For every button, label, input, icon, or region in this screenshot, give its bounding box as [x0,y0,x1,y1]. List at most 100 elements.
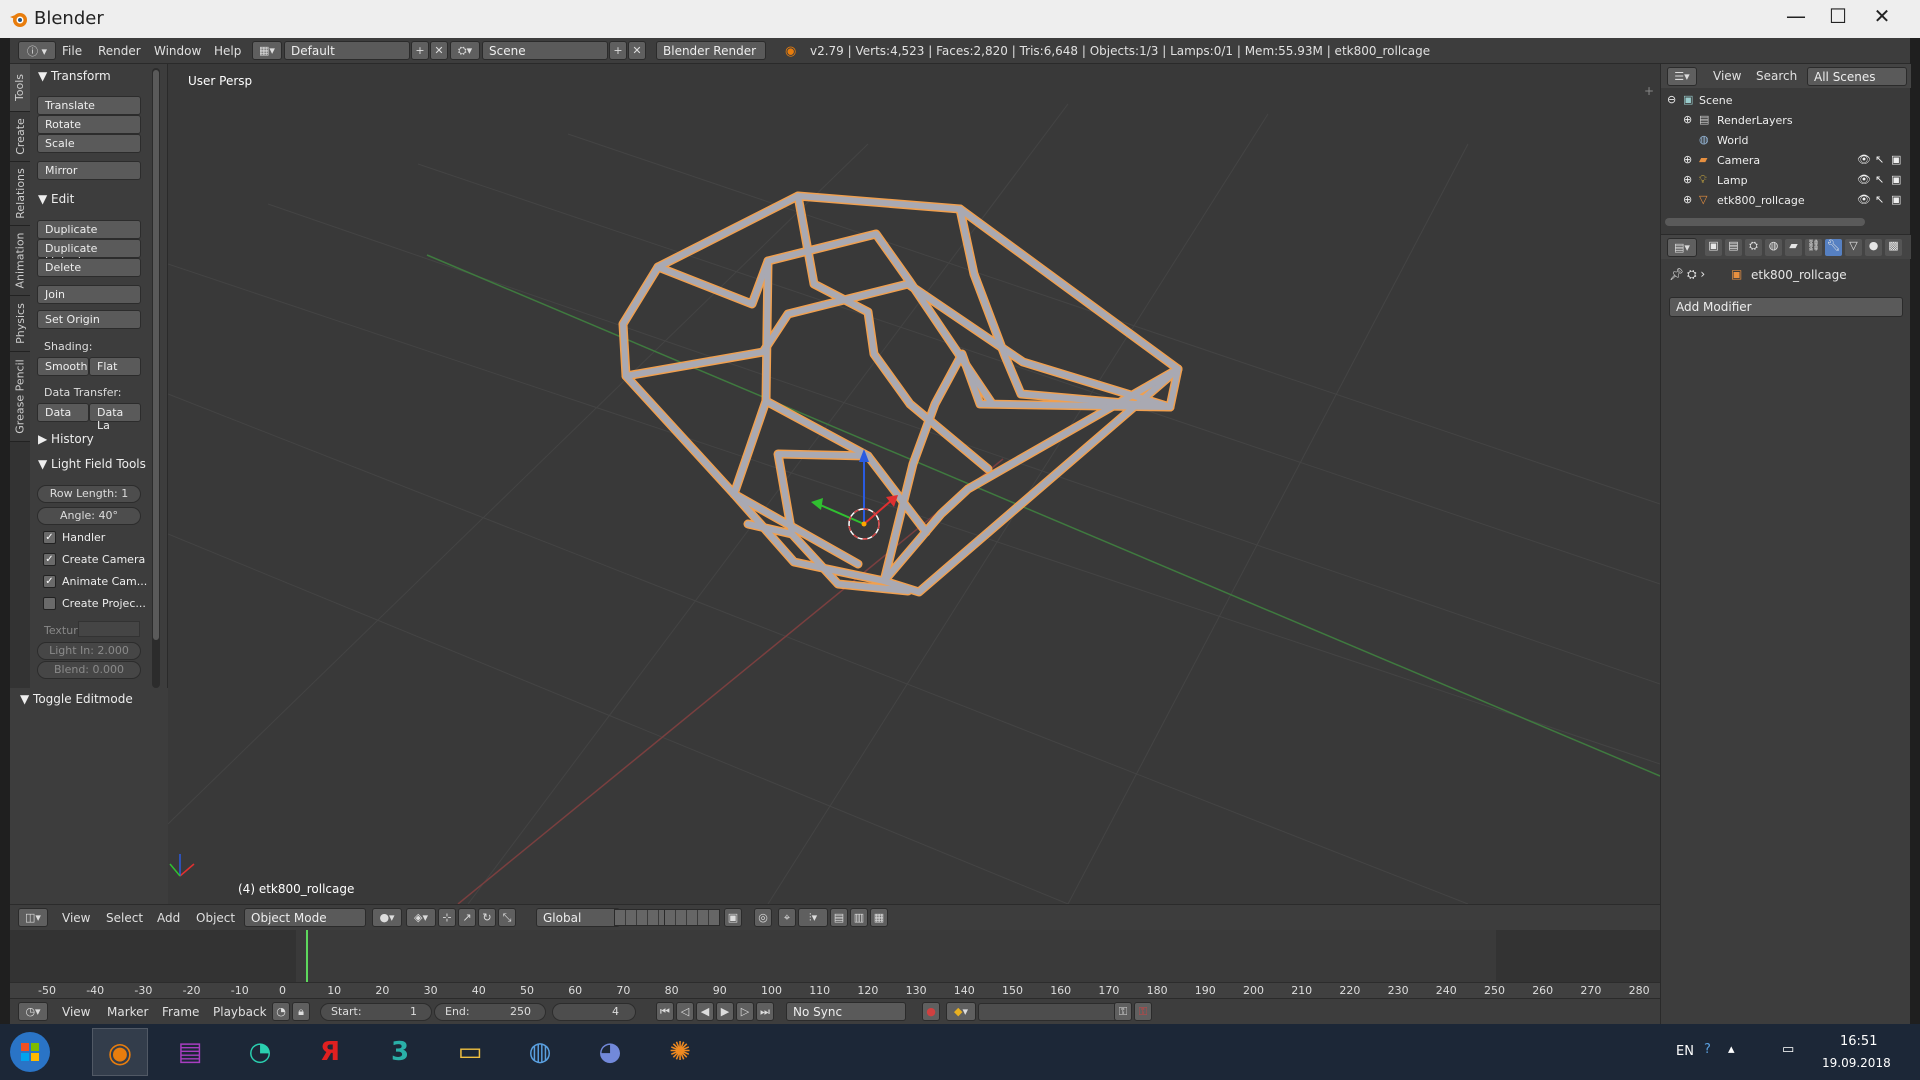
transform-panel-header[interactable]: ▼ Transform [38,69,111,83]
menu-view[interactable]: View [62,911,90,925]
taskbar-blender-icon[interactable]: ◉ [92,1028,148,1076]
start-button-icon[interactable] [6,1028,54,1076]
snap-element-icon[interactable]: ⫶▾ [798,908,828,927]
angle-field[interactable]: Angle: 40° [37,507,141,525]
rollcage-mesh[interactable] [618,191,1183,597]
play-icon[interactable]: ▶ [716,1002,734,1021]
lamp-visibility-eye-icon[interactable]: 👁︎ [1857,173,1871,186]
menu-help[interactable]: Help [214,44,241,58]
rotate-button[interactable]: Rotate [37,115,141,134]
lamp-select-arrow-icon[interactable]: ↖ [1875,173,1884,186]
translate-manip-icon[interactable]: ↗ [458,908,476,927]
menu-window[interactable]: Window [154,44,201,58]
taskbar-3dsmax-icon[interactable]: 3 [372,1028,428,1076]
menu-timeline-view[interactable]: View [62,1005,90,1019]
menu-add[interactable]: Add [157,911,180,925]
rollcage-render-icon[interactable]: ▣ [1891,193,1901,206]
create-camera-checkbox[interactable]: ✓ [43,553,56,566]
rollcage-select-arrow-icon[interactable]: ↖ [1875,193,1884,206]
jump-start-icon[interactable]: ⏮ [656,1002,674,1021]
jump-keyframe-back-icon[interactable]: ◁ [676,1002,694,1021]
light-intensity-field[interactable]: Light In: 2.000 [37,642,141,660]
taskbar-yandex-icon[interactable]: Я [302,1028,358,1076]
render-engine-select[interactable]: Blender Render [656,41,766,60]
outliner-row-camera[interactable]: ⊕ ▰ Camera 👁︎ ↖ ▣ [1661,150,1911,170]
menu-playback[interactable]: Playback [213,1005,267,1019]
taskbar-winrar-icon[interactable]: ▤ [162,1028,218,1076]
edit-panel-header[interactable]: ▼ Edit [38,192,74,206]
manipulator-toggle-icon[interactable]: ⊹ [438,908,456,927]
clock-date[interactable]: 19.09.2018 [1822,1056,1891,1070]
scale-button[interactable]: Scale [37,134,141,153]
history-panel-header[interactable]: ▶ History [38,432,94,446]
jump-end-icon[interactable]: ⏭ [756,1002,774,1021]
y-arrow-icon[interactable] [811,498,823,510]
tab-animation[interactable]: Animation [10,226,30,296]
scale-manip-icon[interactable]: ⤡ [498,908,516,927]
layout-field[interactable]: Default [284,41,410,60]
keying-set-icon[interactable]: ◆ ▾ [946,1002,976,1021]
scene-field[interactable]: Scene [482,41,608,60]
add-scene-icon[interactable]: + [609,41,627,60]
editor-type-properties-button[interactable]: ▤▾ [1667,238,1697,257]
outliner-menu-search[interactable]: Search [1756,69,1797,83]
tab-create[interactable]: Create [10,112,30,162]
data-tab-icon[interactable]: ▽ [1845,239,1862,256]
insert-keyframe-icon[interactable]: ⚿ [1114,1002,1132,1021]
remove-layout-icon[interactable]: ✕ [430,41,448,60]
data-layout-button[interactable]: Data La [89,403,141,432]
render-preview-icon[interactable]: ▤ [830,908,848,927]
editor-type-timeline-button[interactable]: ◷▾ [18,1002,48,1021]
modifiers-wrench-icon[interactable]: 🔧︎ [1825,239,1842,256]
lock-range-icon[interactable]: 🔒︎ [292,1002,310,1021]
taskbar-explorer-icon[interactable]: ▭ [442,1028,498,1076]
tab-grease-pencil[interactable]: Grease Pencil [10,352,30,442]
smooth-button[interactable]: Smooth [37,357,89,376]
end-frame-field[interactable]: End: 250 [434,1003,546,1021]
taskbar-discord-icon[interactable]: ◕ [582,1028,638,1076]
3d-viewport[interactable]: User Persp (4) etk800_rollcage + [168,64,1660,904]
camera-render-icon[interactable]: ▣ [1891,153,1901,166]
delete-keyframe-icon[interactable]: ⚿ [1134,1002,1152,1021]
object-tab-icon[interactable]: ▰ [1785,239,1802,256]
delete-button[interactable]: Delete [37,258,141,277]
outliner-row-renderlayers[interactable]: ⊕ ▤ RenderLayers [1661,110,1911,130]
screen-layout-icon[interactable]: ▦▾ [252,41,282,60]
opengl-render-icon[interactable]: ▥ [850,908,868,927]
help-tray-icon[interactable]: ? [1704,1042,1711,1057]
constraints-tab-icon[interactable]: ⛓ [1805,239,1822,256]
render-tab-icon[interactable]: ▣ [1705,239,1722,256]
pin-icon[interactable]: 📌︎ [1669,267,1684,281]
menu-file[interactable]: File [62,44,82,58]
menu-select[interactable]: Select [106,911,143,925]
start-frame-field[interactable]: Start: 1 [320,1003,432,1021]
current-frame-marker[interactable] [306,930,308,982]
translate-button[interactable]: Translate [37,96,141,115]
preview-range-icon[interactable]: ◔ [272,1002,290,1021]
lamp-render-icon[interactable]: ▣ [1891,173,1901,186]
menu-frame[interactable]: Frame [162,1005,199,1019]
tab-physics[interactable]: Physics [10,296,30,352]
lock-layer-icon[interactable]: ▣ [724,908,742,927]
outliner-row-world[interactable]: ◍ World [1661,130,1911,150]
proportional-edit-icon[interactable]: ◎ [754,908,772,927]
orientation-select[interactable]: Global [536,908,620,927]
language-indicator[interactable]: EN [1676,1044,1694,1059]
opengl-anim-icon[interactable]: ▦ [870,908,888,927]
outliner-row-scene[interactable]: ⊖ ▣ Scene [1661,90,1911,110]
layers-tab-icon[interactable]: ▤ [1725,239,1742,256]
menu-marker[interactable]: Marker [107,1005,148,1019]
light-field-panel-header[interactable]: ▼ Light Field Tools [38,457,146,471]
toggle-editmode-header[interactable]: ▼ Toggle Editmode [20,692,133,706]
active-keying-set-field[interactable] [978,1003,1120,1021]
viewport-canvas[interactable] [168,64,1660,904]
editor-type-outliner-button[interactable]: ☰▾ [1667,67,1697,86]
row-length-field[interactable]: Row Length: 1 [37,485,141,503]
taskbar-speedometer-icon[interactable]: ◔ [232,1028,288,1076]
tab-relations[interactable]: Relations [10,162,30,226]
taskbar-globe-icon[interactable]: ◍ [512,1028,568,1076]
join-button[interactable]: Join [37,285,141,304]
rotate-manip-icon[interactable]: ↻ [478,908,496,927]
add-modifier-select[interactable]: Add Modifier [1669,297,1903,317]
network-tray-icon[interactable]: ▭ [1782,1042,1794,1057]
